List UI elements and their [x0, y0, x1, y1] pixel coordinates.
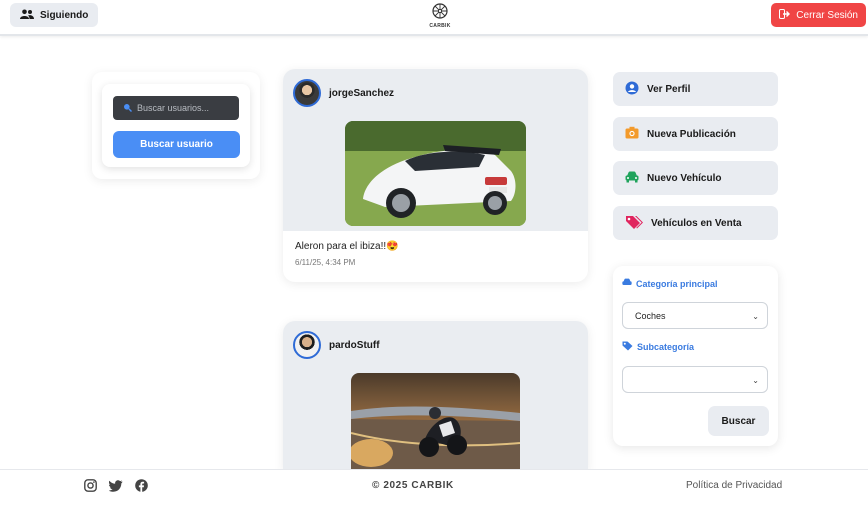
category-label-text: Categoría principal	[636, 278, 718, 289]
subcategory-label-text: Subcategoría	[637, 342, 695, 352]
new-vehicle-label: Nuevo Vehículo	[647, 172, 722, 184]
post-image[interactable]	[345, 121, 526, 226]
post-card: pardoStuff	[283, 321, 588, 471]
chevron-down-icon: ⌄	[752, 312, 759, 321]
post-author[interactable]: pardoStuff	[293, 331, 380, 359]
tags-icon	[625, 215, 643, 232]
filter-search-button[interactable]: Buscar	[708, 406, 769, 436]
carbik-logo[interactable]: CARBIK	[428, 3, 452, 29]
post-timestamp: 6/11/25, 4:34 PM	[295, 258, 356, 267]
facebook-icon[interactable]	[135, 479, 148, 497]
following-label: Siguiendo	[40, 9, 89, 21]
subcategory-label: Subcategoría	[622, 341, 694, 353]
search-user-button[interactable]: Buscar usuario	[113, 131, 240, 158]
car-icon	[625, 171, 639, 186]
logout-label: Cerrar Sesión	[796, 9, 858, 21]
chevron-down-icon: ⌄	[752, 376, 759, 385]
search-field[interactable]	[113, 96, 239, 120]
twitter-icon[interactable]	[108, 479, 123, 497]
new-post-button[interactable]: Nueva Publicación	[613, 117, 778, 151]
avatar[interactable]	[293, 79, 321, 107]
post-image[interactable]	[351, 373, 520, 471]
new-vehicle-button[interactable]: Nuevo Vehículo	[613, 161, 778, 195]
post-header: jorgeSanchez	[283, 69, 588, 231]
tag-icon	[622, 341, 633, 353]
post-caption: Aleron para el ibiza!!😍	[295, 241, 399, 252]
avatar[interactable]	[293, 331, 321, 359]
post-card: jorgeSanchez Aleron para el ibiza!!😍 6/1…	[283, 69, 588, 282]
category-label: Categoría principal	[622, 278, 718, 289]
category-filter-panel: Categoría principal Coches ⌄ Subcategorí…	[613, 266, 778, 446]
users-icon	[20, 9, 34, 22]
vehicles-for-sale-button[interactable]: Vehículos en Venta	[613, 206, 778, 240]
subcategory-select[interactable]: ⌄	[622, 366, 768, 393]
new-post-label: Nueva Publicación	[647, 128, 736, 140]
car-icon	[622, 278, 632, 289]
post-header: pardoStuff	[283, 321, 588, 471]
post-content: Aleron para el ibiza!!😍 6/11/25, 4:34 PM	[283, 231, 588, 277]
logout-button[interactable]: Cerrar Sesión	[771, 3, 866, 27]
user-circle-icon	[625, 81, 639, 98]
view-profile-button[interactable]: Ver Perfil	[613, 72, 778, 106]
vehicles-for-sale-label: Vehículos en Venta	[651, 217, 742, 229]
post-author[interactable]: jorgeSanchez	[293, 79, 394, 107]
following-button[interactable]: Siguiendo	[10, 3, 99, 27]
copyright-text: © 2025 CARBIK	[372, 480, 454, 491]
post-username[interactable]: jorgeSanchez	[329, 88, 394, 99]
instagram-icon[interactable]	[84, 479, 97, 497]
top-navbar: Siguiendo CARBIK Cerrar Sesión	[0, 0, 868, 36]
view-profile-label: Ver Perfil	[647, 83, 691, 95]
camera-icon	[625, 126, 639, 142]
search-icon	[123, 99, 132, 117]
social-links	[84, 479, 148, 497]
category-select[interactable]: Coches ⌄	[622, 302, 768, 329]
search-input[interactable]	[137, 103, 237, 113]
category-select-value: Coches	[635, 310, 666, 321]
privacy-policy-link[interactable]: Política de Privacidad	[686, 480, 782, 491]
wheel-logo-icon	[432, 3, 448, 19]
logo-text: CARBIK	[429, 23, 451, 29]
footer: © 2025 CARBIK Política de Privacidad	[0, 469, 868, 511]
user-search-card: Buscar usuario	[102, 84, 250, 167]
sign-out-icon	[779, 8, 791, 22]
post-username[interactable]: pardoStuff	[329, 340, 380, 351]
user-search-panel: Buscar usuario	[92, 72, 260, 179]
